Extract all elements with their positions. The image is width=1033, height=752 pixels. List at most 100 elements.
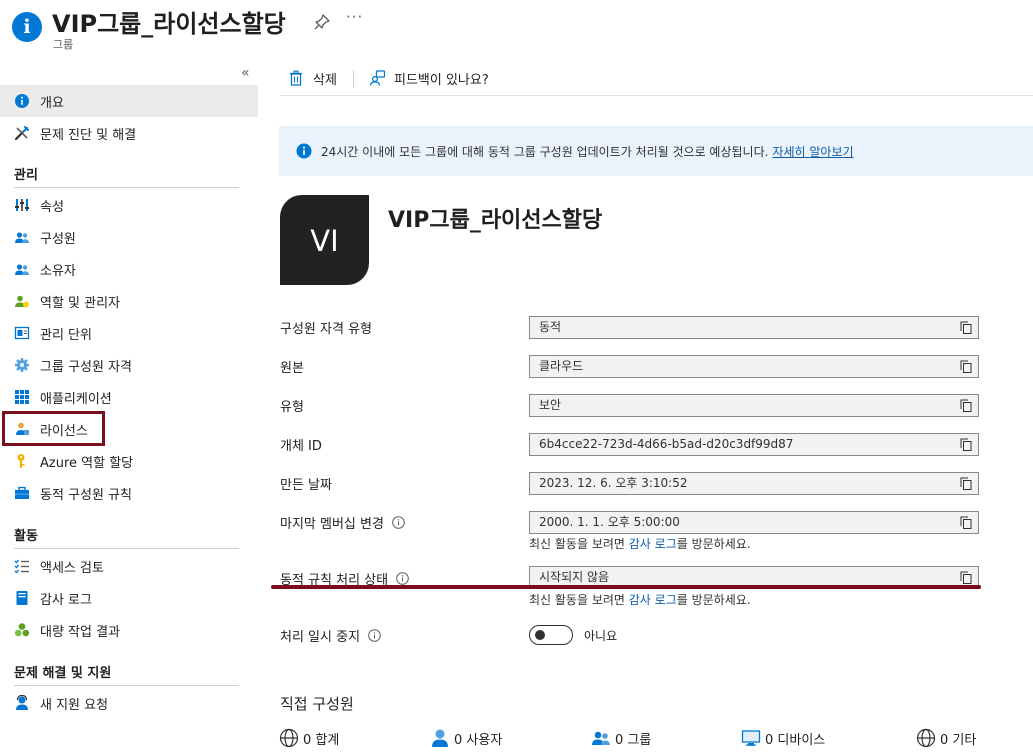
sidebar-item-members[interactable]: 구성원 — [0, 221, 258, 253]
log-icon — [16, 591, 28, 605]
sidebar-item-new-support-request[interactable]: 새 지원 요청 — [0, 687, 258, 719]
sidebar-item-audit-logs[interactable]: 감사 로그 — [0, 582, 258, 614]
audit-log-link[interactable]: 감사 로그 — [629, 593, 677, 607]
label-type: 유형 — [280, 396, 304, 415]
section-title-activity: 활동 — [14, 529, 38, 544]
sidebar-item-label: 대량 작업 결과 — [40, 624, 121, 640]
label-created-date: 만든 날짜 — [280, 474, 332, 493]
label-text: 유형 — [280, 400, 304, 415]
sidebar-item-applications[interactable]: 애플리케이션 — [0, 381, 258, 413]
copy-icon[interactable] — [960, 399, 972, 412]
label-text: 만든 날짜 — [280, 478, 332, 493]
field-source: 클라우드 — [529, 355, 979, 378]
label-text: 구성원 자격 유형 — [280, 322, 372, 337]
sidebar-item-label: 문제 진단 및 해결 — [40, 127, 137, 143]
sidebar-item-overview[interactable]: 개요 — [0, 85, 258, 117]
divider — [14, 187, 239, 188]
copy-icon[interactable] — [960, 438, 972, 451]
feedback-icon — [369, 70, 385, 86]
properties-icon — [15, 199, 29, 211]
stat-text: 0 합계 — [303, 732, 340, 748]
toolbar-separator — [353, 70, 354, 88]
sidebar-item-label: 구성원 — [40, 231, 76, 247]
field-value: 보안 — [539, 398, 562, 412]
sidebar-item-access-reviews[interactable]: 액세스 검토 — [0, 550, 258, 582]
sidebar-item-label: 속성 — [40, 199, 64, 215]
stat-users[interactable]: 0 사용자 — [430, 727, 502, 749]
label-text: 개체 ID — [280, 439, 322, 454]
group-avatar: VI — [280, 195, 369, 285]
pin-icon[interactable] — [313, 13, 331, 31]
admin-units-icon — [14, 326, 30, 340]
info-tooltip-icon[interactable] — [392, 516, 405, 529]
audit-log-hint: 최신 활동을 보려면 감사 로그를 방문하세요. — [529, 591, 751, 608]
stat-other[interactable]: 0 기타 — [916, 727, 976, 749]
delete-label: 삭제 — [313, 72, 337, 88]
sidebar-item-label: 그룹 구성원 자격 — [40, 359, 132, 375]
hint-text: 를 방문하세요. — [676, 537, 751, 551]
sidebar-item-label: 액세스 검토 — [40, 560, 104, 576]
audit-log-link[interactable]: 감사 로그 — [629, 537, 677, 551]
toggle-knob — [535, 630, 545, 640]
label-text: 마지막 멤버십 변경 — [280, 517, 384, 532]
sidebar-item-bulk-results[interactable]: 대량 작업 결과 — [0, 614, 258, 646]
copy-icon[interactable] — [960, 516, 972, 529]
roles-icon — [15, 295, 29, 308]
feedback-button[interactable]: 피드백이 있나요? — [369, 68, 489, 88]
info-icon — [15, 94, 29, 108]
sidebar-item-label: 소유자 — [40, 263, 76, 279]
info-tooltip-icon[interactable] — [396, 572, 409, 585]
sidebar-item-roles[interactable]: 역할 및 관리자 — [0, 285, 258, 317]
field-membership-type: 동적 — [529, 316, 979, 339]
copy-icon[interactable] — [960, 321, 972, 334]
stat-text: 0 디바이스 — [765, 732, 826, 748]
label-text: 처리 일시 중지 — [280, 630, 361, 645]
sidebar-item-diagnose[interactable]: 문제 진단 및 해결 — [0, 117, 258, 149]
page-title: VIP그룹_라이선스할당 — [52, 10, 286, 38]
stat-text: 0 사용자 — [454, 732, 503, 748]
sidebar-item-azure-role-assignments[interactable]: Azure 역할 할당 — [0, 445, 258, 477]
divider — [14, 685, 239, 686]
hint-text: 최신 활동을 보려면 — [529, 593, 629, 607]
field-last-membership-change: 2000. 1. 1. 오후 5:00:00 — [529, 511, 979, 534]
page-header: i VIP그룹_라이선스할당 그룹 ··· — [0, 0, 1033, 58]
hint-text: 를 방문하세요. — [676, 593, 751, 607]
sidebar-item-admin-units[interactable]: 관리 단위 — [0, 317, 258, 349]
owners-icon — [15, 264, 29, 275]
copy-icon[interactable] — [960, 571, 972, 584]
stat-total[interactable]: 0 합계 — [279, 727, 339, 749]
sidebar-item-dynamic-rules[interactable]: 동적 구성원 규칙 — [0, 477, 258, 509]
field-value: 클라우드 — [539, 359, 584, 373]
sidebar-item-group-memberships[interactable]: 그룹 구성원 자격 — [0, 349, 258, 381]
field-value: 시작되지 않음 — [539, 570, 610, 584]
device-icon — [741, 730, 761, 746]
banner-text: 24시간 이내에 모든 그룹에 대해 동적 그룹 구성원 업데이트가 처리될 것… — [321, 144, 769, 159]
field-value: 2000. 1. 1. 오후 5:00:00 — [539, 515, 680, 529]
highlight-box — [2, 411, 105, 446]
group-icon — [592, 731, 610, 745]
sidebar-item-owners[interactable]: 소유자 — [0, 253, 258, 285]
support-icon — [16, 695, 28, 710]
page-subtitle: 그룹 — [53, 38, 74, 51]
pause-processing-toggle[interactable] — [529, 625, 573, 645]
stat-devices[interactable]: 0 디바이스 — [741, 727, 825, 749]
delete-button[interactable]: 삭제 — [288, 68, 337, 88]
copy-icon[interactable] — [960, 360, 972, 373]
sidebar-item-properties[interactable]: 속성 — [0, 189, 258, 221]
field-value: 동적 — [539, 320, 562, 334]
label-object-id: 개체 ID — [280, 435, 322, 454]
field-type: 보안 — [529, 394, 979, 417]
stat-groups[interactable]: 0 그룹 — [591, 727, 651, 749]
info-icon: i — [12, 12, 42, 42]
copy-icon[interactable] — [960, 477, 972, 490]
info-tooltip-icon[interactable] — [368, 629, 381, 642]
divider — [14, 548, 239, 549]
hint-text: 최신 활동을 보려면 — [529, 537, 629, 551]
command-bar: 삭제 피드백이 있나요? — [280, 62, 1033, 96]
more-options-button[interactable]: ··· — [346, 8, 363, 26]
collapse-sidebar-button[interactable]: « — [241, 65, 250, 81]
label-membership-type: 구성원 자격 유형 — [280, 318, 372, 337]
wrench-icon — [14, 126, 29, 141]
label-last-membership-change: 마지막 멤버십 변경 — [280, 513, 405, 532]
learn-more-link[interactable]: 자세히 알아보기 — [772, 143, 853, 160]
